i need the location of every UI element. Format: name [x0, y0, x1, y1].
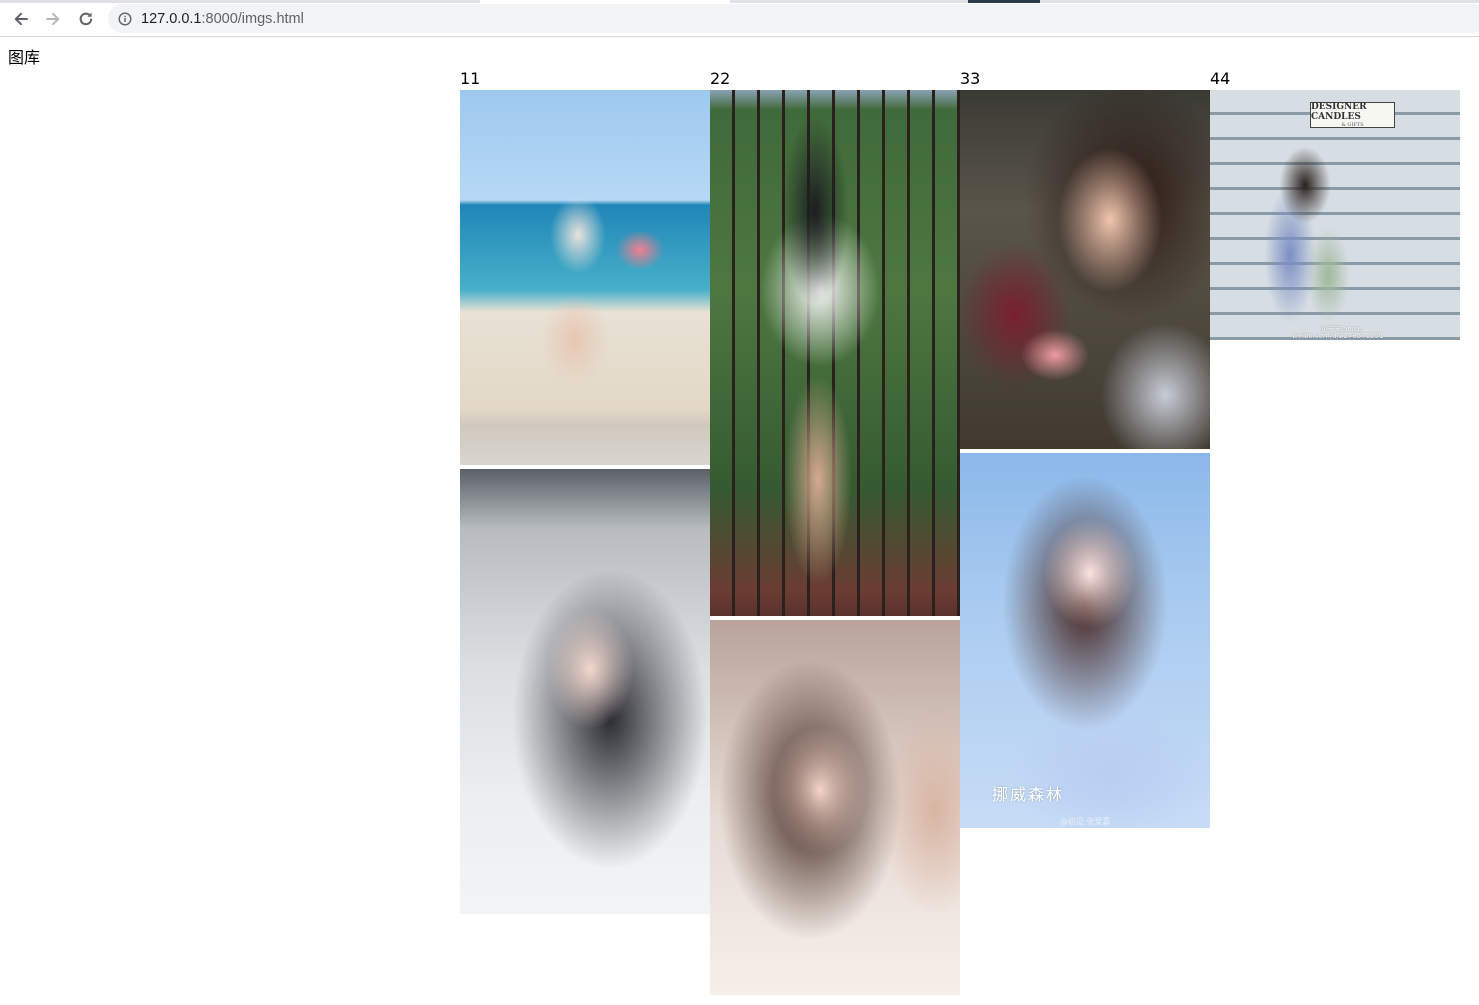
column-label: 22	[710, 69, 731, 88]
photo-railing[interactable]	[710, 90, 960, 616]
photo-blue-portrait[interactable]: 挪威森林 @初见·张爱嘉	[960, 453, 1210, 828]
photo-caption: 挪威森林	[992, 785, 1065, 804]
reload-button[interactable]	[75, 8, 97, 30]
gallery-column-4: 44 DESIGNER CANDLES & GIFTS @安安Janice we…	[1210, 69, 1460, 344]
url-path: :8000/imgs.html	[201, 10, 304, 27]
shop-sign-subtitle: & GIFTS	[1341, 122, 1364, 128]
reload-icon	[79, 12, 93, 26]
back-button[interactable]	[10, 8, 32, 30]
shop-sign: DESIGNER CANDLES & GIFTS	[1310, 102, 1395, 128]
gallery-column-3: 33 挪威森林 @初见·张爱嘉	[960, 69, 1210, 832]
gallery-column-1: 11	[460, 69, 710, 918]
arrow-left-icon	[14, 12, 28, 26]
forward-button[interactable]	[42, 8, 64, 30]
column-label: 33	[960, 69, 981, 88]
photo-portrait[interactable]	[460, 469, 710, 914]
shop-sign-title: DESIGNER CANDLES	[1311, 102, 1367, 122]
column-label: 44	[1210, 69, 1231, 88]
photo-portrait[interactable]	[710, 620, 960, 995]
photo-beach[interactable]	[460, 90, 710, 465]
info-circle-icon[interactable]	[118, 11, 132, 26]
gallery-column-2: 22	[710, 69, 960, 999]
address-bar[interactable]: 127.0.0.1:8000/imgs.html	[108, 4, 1479, 33]
photo-flowers[interactable]	[960, 90, 1210, 449]
page-title: 图库	[8, 48, 41, 67]
tab-strip-edge	[0, 0, 1479, 3]
photo-watermark: @初见·张爱嘉	[1060, 817, 1111, 826]
url-host: 127.0.0.1	[141, 10, 202, 27]
url-text[interactable]: 127.0.0.1:8000/imgs.html	[141, 11, 304, 27]
photo-shop[interactable]: DESIGNER CANDLES & GIFTS @安安Janice weibo…	[1210, 90, 1460, 340]
browser-toolbar: 127.0.0.1:8000/imgs.html	[0, 0, 1479, 37]
arrow-right-icon	[46, 12, 60, 26]
photo-watermark-url: weibo.com/u/2278571251	[1292, 332, 1384, 340]
column-label: 11	[460, 69, 481, 88]
